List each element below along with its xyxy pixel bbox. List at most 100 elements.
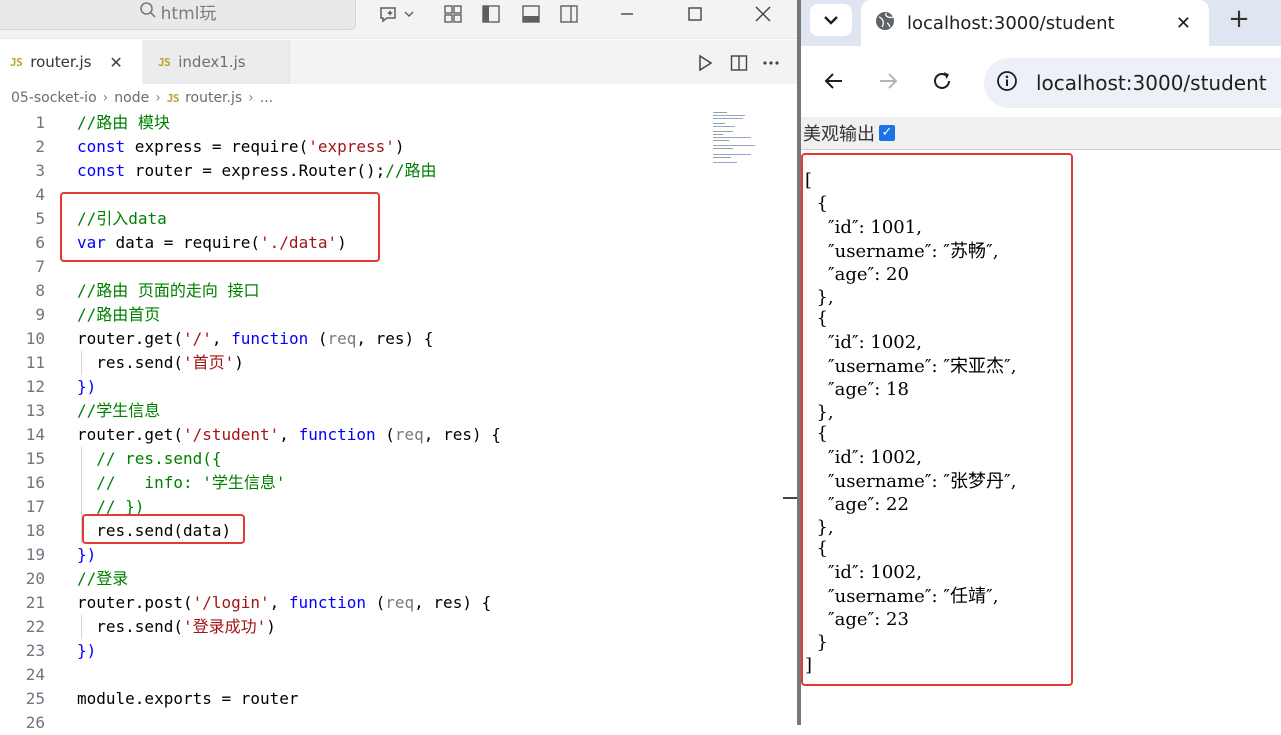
- code-line: 13//学生信息: [25, 401, 161, 420]
- customize-layout-icon[interactable]: [442, 3, 464, 25]
- minimap[interactable]: [713, 112, 763, 164]
- site-info-icon[interactable]: [996, 70, 1018, 96]
- json-line: ″username″: ″宋亚杰″,: [805, 356, 1017, 377]
- code-line: 15 // res.send({: [25, 449, 222, 468]
- tab-search-button[interactable]: [810, 4, 852, 36]
- globe-icon: [875, 11, 895, 35]
- json-line: {: [805, 423, 828, 444]
- json-line: },: [805, 287, 834, 308]
- code-line: 20//登录: [25, 569, 129, 588]
- json-line: ″id″: 1001,: [805, 217, 922, 238]
- breadcrumb: 05-socket-io › node › JS router.js › ...: [11, 88, 273, 108]
- json-line: ″age″: 23: [805, 609, 909, 630]
- breadcrumb-item[interactable]: ...: [260, 90, 273, 106]
- json-line: },: [805, 402, 834, 423]
- forward-button[interactable]: [875, 68, 901, 94]
- json-line: {: [805, 538, 828, 559]
- browser-window: localhost:3000/student ✕ + localhost:300…: [801, 0, 1281, 725]
- address-bar-url: localhost:3000/student: [1036, 71, 1267, 95]
- chevron-right-icon: ›: [102, 90, 109, 106]
- code-line: 26: [25, 713, 45, 732]
- checkmark-icon: ✓: [881, 125, 893, 140]
- json-line: ″username″: ″任靖″,: [805, 586, 999, 607]
- highlight-box-send-data: [82, 514, 245, 544]
- editor-tab-bar: JS router.js ✕ JS index1.js: [0, 40, 797, 84]
- maximize-icon[interactable]: [684, 3, 706, 25]
- command-center-search[interactable]: html玩: [0, 0, 356, 30]
- js-file-icon: JS: [158, 55, 171, 69]
- json-line: ″age″: 18: [805, 379, 909, 400]
- json-line: ″username″: ″苏畅″,: [805, 241, 999, 262]
- back-button[interactable]: [821, 68, 847, 94]
- copilot-icon[interactable]: [376, 3, 416, 25]
- close-window-icon[interactable]: [752, 3, 774, 25]
- search-icon: [139, 0, 157, 28]
- json-line: ″id″: 1002,: [805, 562, 922, 583]
- breadcrumb-item[interactable]: router.js: [185, 90, 242, 106]
- chevron-right-icon: ›: [155, 90, 161, 106]
- js-file-icon: JS: [10, 55, 23, 69]
- code-line: 24: [25, 665, 45, 684]
- minimize-icon[interactable]: [616, 3, 638, 25]
- code-editor[interactable]: 1//路由 模块 2 const express = require('expre…: [0, 111, 797, 732]
- breadcrumb-item[interactable]: 05-socket-io: [11, 90, 97, 106]
- highlight-box-import-data: [60, 192, 380, 262]
- code-line: 23}): [25, 641, 97, 660]
- title-bar: html玩: [0, 0, 797, 39]
- json-line: {: [805, 308, 828, 329]
- reload-icon: [934, 72, 950, 89]
- pretty-print-checkbox[interactable]: ✓: [879, 125, 895, 141]
- code-line: 11 res.send('首页'): [25, 353, 244, 372]
- breadcrumb-item[interactable]: node: [114, 90, 149, 106]
- browser-toolbar: localhost:3000/student: [801, 46, 1281, 116]
- code-line: 21 router.post('/login', function (req, r…: [25, 593, 492, 612]
- tab-router-js[interactable]: JS router.js ✕: [0, 40, 142, 84]
- more-actions-icon[interactable]: [760, 52, 782, 74]
- code-line: 1//路由 模块: [35, 113, 170, 132]
- command-center-label: html玩: [160, 4, 217, 24]
- scrollbar-marker[interactable]: [783, 497, 797, 499]
- json-line: ″username″: ″张梦丹″,: [805, 471, 1017, 492]
- json-line: },: [805, 517, 834, 538]
- code-line: 12}): [25, 377, 97, 396]
- tab-label: router.js: [30, 53, 92, 71]
- tab-close-icon[interactable]: ✕: [109, 53, 122, 72]
- toggle-primary-sidebar-icon[interactable]: [480, 3, 502, 25]
- pretty-print-label: 美观输出: [803, 124, 875, 145]
- code-line: 22 res.send('登录成功'): [25, 617, 276, 636]
- run-icon[interactable]: [694, 52, 716, 74]
- json-line: ]: [805, 655, 813, 676]
- tab-index1-js[interactable]: JS index1.js: [142, 40, 290, 84]
- browser-tab-student[interactable]: localhost:3000/student ✕: [861, 0, 1209, 46]
- json-output: [ { ″id″: 1001, ″username″: ″苏畅″, ″age″:…: [801, 153, 1073, 686]
- toggle-panel-icon[interactable]: [520, 3, 542, 25]
- pretty-print-bar: 美观输出 ✓: [801, 117, 1281, 150]
- json-line: }: [805, 632, 828, 653]
- json-line: [: [805, 170, 813, 191]
- code-line: 16 // info: '学生信息': [25, 473, 286, 492]
- code-line: 19}): [25, 545, 97, 564]
- tab-label: index1.js: [178, 53, 246, 71]
- code-line: 3 const router = express.Router();//路由: [35, 161, 437, 180]
- new-tab-button[interactable]: +: [1226, 4, 1252, 34]
- browser-tab-strip: localhost:3000/student ✕ +: [801, 0, 1281, 46]
- code-line: 9//路由首页: [35, 305, 161, 324]
- code-line: 14 router.get('/student', function (req, …: [25, 425, 501, 444]
- toggle-secondary-sidebar-icon[interactable]: [558, 3, 580, 25]
- arrow-right-icon: [880, 73, 898, 89]
- browser-tab-title: localhost:3000/student: [907, 12, 1115, 34]
- chevron-down-icon: [824, 16, 838, 25]
- code-line: 10 router.get('/', function (req, res) {: [25, 329, 434, 348]
- browser-tab-close-icon[interactable]: ✕: [1176, 13, 1191, 34]
- split-editor-icon[interactable]: [728, 52, 750, 74]
- code-editor-window: html玩 JS router.js ✕ JS index1.js 05-soc…: [0, 0, 797, 732]
- json-line: {: [805, 193, 828, 214]
- json-line: ″age″: 20: [805, 264, 909, 285]
- json-line: ″id″: 1002,: [805, 447, 922, 468]
- json-line: ″age″: 22: [805, 494, 909, 515]
- reload-button[interactable]: [929, 68, 955, 94]
- address-bar[interactable]: localhost:3000/student: [984, 58, 1281, 108]
- code-line: 2 const express = require('express'): [35, 137, 405, 156]
- code-line: 25 module.exports = router: [25, 689, 299, 708]
- arrow-left-icon: [824, 73, 842, 89]
